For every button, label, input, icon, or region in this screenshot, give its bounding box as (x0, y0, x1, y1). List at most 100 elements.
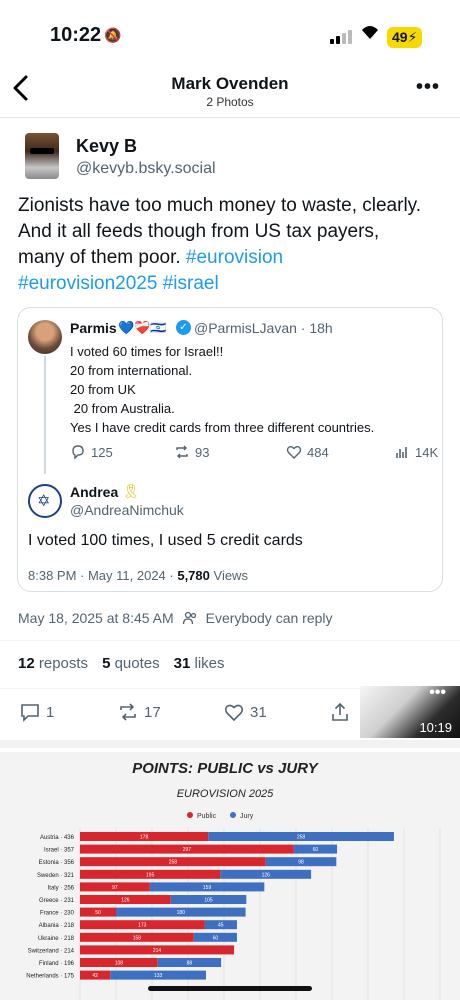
status-time: 10:22 (50, 24, 102, 46)
engagement-counts: 12 reposts 5 quotes 31 likes (18, 655, 225, 672)
bar-value-label: 105 (204, 898, 213, 904)
heart-icon (286, 446, 302, 459)
battery-indicator: 49⚡ (387, 27, 423, 48)
bar-value-label: 108 (115, 961, 124, 967)
quote-line: I voted 60 times for Israel!! (70, 344, 224, 359)
chart-bars: Austria · 436 178 258 Israel · 357 297 60 Esto… (26, 832, 394, 980)
chart-image[interactable]: POINTS: PUBLIC vs JURY EUROVISION 2025 P… (0, 752, 460, 1000)
hashtag-link[interactable]: #israel (163, 273, 219, 294)
post-meta: May 18, 2025 at 8:45 AM Everybody can re… (18, 610, 333, 626)
verified-badge-icon: ✓ (176, 320, 191, 335)
author-handle[interactable]: @kevyb.bsky.social (76, 160, 216, 178)
bar-value-label: 60 (213, 935, 219, 941)
reply-count: 125 (91, 444, 113, 460)
like-count: 484 (307, 444, 329, 460)
more-horizontal-icon[interactable]: ••• (416, 76, 440, 99)
home-indicator (148, 986, 312, 991)
bar-value-label: 88 (187, 961, 193, 967)
ribbon-emoji: 🎗 (122, 483, 140, 499)
reply-count: 1 (46, 703, 55, 721)
nav-header: Mark Ovenden 2 Photos ••• (0, 60, 460, 118)
bar-value-label: 50 (95, 910, 101, 916)
post-text: Zionists have too much money to waste, c… (18, 193, 428, 297)
divider (0, 640, 460, 641)
like-count: 31 (250, 703, 267, 721)
reposts-label: reposts (38, 655, 89, 672)
reply-author-name[interactable]: Andrea (70, 484, 118, 500)
category-label: Greece · 231 (39, 898, 75, 904)
bar-value-label: 214 (153, 948, 162, 954)
category-label: Finland · 196 (39, 961, 75, 967)
bell-muted-icon: 🔕 (104, 27, 122, 43)
avatar[interactable] (25, 133, 59, 179)
eurovision-points-chart: POINTS: PUBLIC vs JURY EUROVISION 2025 P… (26, 760, 441, 1000)
page-title: Mark Ovenden (171, 74, 289, 93)
category-label: France · 230 (40, 911, 75, 917)
bar-value-label: 180 (177, 910, 186, 916)
category-label: Netherlands · 175 (26, 974, 74, 980)
category-label: Ukraine · 218 (38, 936, 75, 942)
bar-value-label: 173 (138, 923, 147, 929)
chart-subtitle: EUROVISION 2025 (177, 788, 274, 800)
avatar[interactable] (28, 320, 62, 354)
more-horizontal-icon[interactable]: ••• (429, 684, 446, 702)
bar-value-label: 158 (133, 935, 142, 941)
repost-count: 93 (195, 444, 210, 460)
category-label: Austria · 436 (40, 835, 75, 841)
quote-views-button[interactable]: 14K (394, 444, 438, 460)
reposts-count-link[interactable]: 12 reposts (18, 655, 88, 672)
repost-count: 17 (144, 703, 161, 721)
quote-line: 20 from Australia. (70, 401, 175, 416)
bar-value-label: 195 (146, 872, 155, 878)
wifi-icon (360, 24, 380, 45)
likes-count-link[interactable]: 31 likes (174, 655, 225, 672)
bar-value-label: 126 (262, 872, 271, 878)
reply-button[interactable]: 1 (20, 702, 54, 722)
quote-line: 20 from UK (70, 382, 136, 397)
avatar[interactable]: ✡ (28, 484, 62, 518)
bar-value-label: 258 (297, 835, 306, 841)
heart-icon (224, 704, 244, 722)
page-subtitle: 2 Photos (206, 95, 254, 109)
quotes-count-link[interactable]: 5 quotes (102, 655, 160, 672)
reply-text: I voted 100 times, I used 5 credit cards (28, 532, 303, 549)
views-count: 14K (415, 444, 439, 460)
reply-setting[interactable]: Everybody can reply (206, 610, 333, 626)
bar-value-label: 98 (298, 860, 304, 866)
bar-value-label: 133 (154, 973, 163, 979)
author-name[interactable]: Kevy B (76, 136, 137, 157)
hashtag-link[interactable]: #eurovision (186, 247, 283, 268)
battery-level: 49 (392, 29, 408, 45)
share-button[interactable] (330, 702, 350, 722)
bar-value-label: 297 (183, 847, 192, 853)
reposts-count: 12 (18, 655, 35, 672)
likes-count: 31 (173, 655, 191, 672)
quote-repost-button[interactable]: 93 (174, 444, 209, 460)
reply-icon (72, 445, 84, 460)
quote-reply-button[interactable]: 125 (70, 444, 113, 460)
category-label: Italy · 256 (48, 885, 75, 891)
chart-legend: Public Jury (187, 812, 254, 820)
bar-value-label: 126 (121, 898, 130, 904)
category-label: Albania · 218 (39, 923, 75, 929)
quoted-post-card[interactable]: Parmis 💙❤️‍🩹🇮🇱 ✓ @ParmisLJavan · 18h I v… (17, 307, 443, 592)
quote-like-button[interactable]: 484 (286, 444, 329, 460)
reply-views-count: 5,780 (177, 568, 210, 583)
repost-button[interactable]: 17 (118, 702, 161, 722)
quotes-count: 5 (102, 655, 111, 672)
chart-title: POINTS: PUBLIC vs JURY (132, 760, 320, 777)
video-duration: 10:19 (419, 720, 452, 735)
quote-author-handle: @ParmisLJavan · 18h (194, 320, 333, 336)
thread-line (44, 356, 46, 474)
like-button[interactable]: 31 (224, 702, 267, 722)
status-bar: 10:22 🔕 49⚡ (0, 0, 460, 58)
people-icon (182, 611, 196, 625)
bar-value-label: 159 (203, 885, 212, 891)
bar-value-label: 60 (313, 847, 319, 853)
legend-swatch (187, 812, 193, 818)
reply-icon (21, 704, 39, 722)
legend-label: Public (197, 813, 217, 820)
quote-author-name[interactable]: Parmis (70, 320, 117, 336)
bar-value-label: 258 (169, 860, 178, 866)
hashtag-link[interactable]: #eurovision2025 (18, 273, 157, 294)
